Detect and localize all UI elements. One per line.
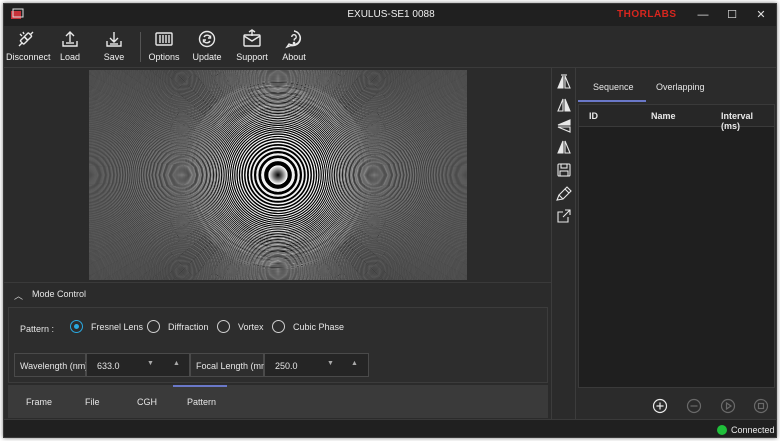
radio-label: Diffraction xyxy=(168,322,209,332)
mirror-icon[interactable] xyxy=(556,97,572,113)
about-label: About xyxy=(282,52,306,62)
support-button[interactable]: Support xyxy=(234,29,270,67)
load-icon xyxy=(62,31,78,47)
chevron-up-icon: ︿ xyxy=(14,291,24,301)
wavelength-label: Wavelength (nm) xyxy=(20,361,89,371)
external-window-icon[interactable] xyxy=(556,208,572,224)
support-icon xyxy=(243,29,261,47)
load-button[interactable]: Load xyxy=(56,29,84,67)
active-tab-indicator xyxy=(578,100,646,102)
options-button[interactable]: Options xyxy=(147,29,181,67)
about-icon xyxy=(285,30,302,49)
disconnect-label: Disconnect xyxy=(6,52,51,62)
pattern-preview xyxy=(89,70,467,280)
focal-length-increment-icon[interactable]: ▲ xyxy=(351,360,358,367)
tab-overlapping[interactable]: Overlapping xyxy=(656,82,705,92)
mode-control-header[interactable]: ︿ Mode Control xyxy=(4,282,551,306)
status-bar: Connected xyxy=(4,419,776,437)
tab-sequence[interactable]: Sequence xyxy=(593,82,634,92)
clear-icon[interactable] xyxy=(556,186,572,202)
connection-status-icon xyxy=(717,425,727,435)
fresnel-pattern-image xyxy=(89,70,467,280)
vertical-toolstrip xyxy=(551,68,576,419)
table-header: ID Name Interval (ms) xyxy=(579,105,774,131)
app-window: EXULUS-SE1 0088 THORLABS — ☐ ✕ Disconnec… xyxy=(3,3,777,438)
bottom-tab-bar: Frame File CGH Pattern xyxy=(8,385,548,418)
save-pattern-icon[interactable] xyxy=(556,162,572,178)
main-pane: ︿ Mode Control Pattern : Fresnel Lens Di… xyxy=(4,68,551,419)
wavelength-value[interactable]: 633.0 xyxy=(97,361,120,371)
title-bar: EXULUS-SE1 0088 THORLABS — ☐ ✕ xyxy=(4,4,776,26)
disconnect-button[interactable]: Disconnect xyxy=(6,29,51,67)
focal-length-spinbox[interactable]: 250.0 ▼ ▲ xyxy=(264,353,369,377)
radio-label: Cubic Phase xyxy=(293,322,345,332)
column-id[interactable]: ID xyxy=(589,111,598,121)
save-icon xyxy=(106,32,122,47)
rotate-icon[interactable] xyxy=(556,139,572,155)
minimize-button[interactable]: — xyxy=(689,4,717,26)
radio-label: Vortex xyxy=(238,322,264,332)
focal-length-label-cell: Focal Length (mm) xyxy=(190,353,272,377)
wavelength-label-cell: Wavelength (nm) xyxy=(14,353,89,377)
toolbar-separator xyxy=(140,32,141,62)
tab-pattern[interactable]: Pattern xyxy=(187,397,216,407)
remove-icon[interactable] xyxy=(686,398,702,414)
wavelength-decrement-icon[interactable]: ▼ xyxy=(147,360,154,367)
brand-logo: THORLABS xyxy=(617,9,677,20)
sequence-table: ID Name Interval (ms) xyxy=(578,104,775,388)
update-button[interactable]: Update xyxy=(190,29,224,67)
save-button[interactable]: Save xyxy=(100,29,128,67)
maximize-button[interactable]: ☐ xyxy=(718,4,746,26)
stop-icon[interactable] xyxy=(753,398,769,414)
focal-length-value[interactable]: 250.0 xyxy=(275,361,298,371)
radio-circle xyxy=(70,320,83,333)
toolbar: Disconnect Load Save Options Update Supp… xyxy=(4,26,776,68)
options-label: Options xyxy=(148,52,180,62)
pattern-label: Pattern : xyxy=(20,324,55,334)
options-icon xyxy=(155,32,173,46)
support-label: Support xyxy=(236,52,268,62)
radio-circle xyxy=(272,320,285,333)
active-tab-indicator xyxy=(173,385,227,387)
mode-control-panel: Pattern : Fresnel Lens Diffraction Vorte… xyxy=(8,307,548,383)
play-icon[interactable] xyxy=(720,398,736,414)
load-label: Load xyxy=(59,52,81,62)
disconnect-icon xyxy=(18,31,34,47)
connection-status-text: Connected xyxy=(731,425,775,435)
flip-vertical-icon[interactable] xyxy=(556,118,572,134)
focal-length-label: Focal Length (mm) xyxy=(196,361,272,371)
tab-cgh[interactable]: CGH xyxy=(137,397,157,407)
update-icon xyxy=(198,30,216,48)
column-interval[interactable]: Interval (ms) xyxy=(721,111,774,131)
save-label: Save xyxy=(103,52,125,62)
wavelength-spinbox[interactable]: 633.0 ▼ ▲ xyxy=(86,353,190,377)
about-button[interactable]: About xyxy=(279,29,309,67)
focal-length-decrement-icon[interactable]: ▼ xyxy=(327,360,334,367)
update-label: Update xyxy=(192,52,222,62)
tab-file[interactable]: File xyxy=(85,397,100,407)
wavelength-increment-icon[interactable]: ▲ xyxy=(173,360,180,367)
radio-label: Fresnel Lens xyxy=(91,322,144,332)
tab-frame[interactable]: Frame xyxy=(26,397,52,407)
sequence-panel: Sequence Overlapping ID Name Interval (m… xyxy=(576,68,776,419)
radio-circle xyxy=(147,320,160,333)
column-name[interactable]: Name xyxy=(651,111,676,121)
mode-control-title: Mode Control xyxy=(32,289,87,299)
radio-circle xyxy=(217,320,230,333)
close-button[interactable]: ✕ xyxy=(747,4,775,26)
add-icon[interactable] xyxy=(652,398,668,414)
flip-horizontal-icon[interactable] xyxy=(556,74,572,90)
